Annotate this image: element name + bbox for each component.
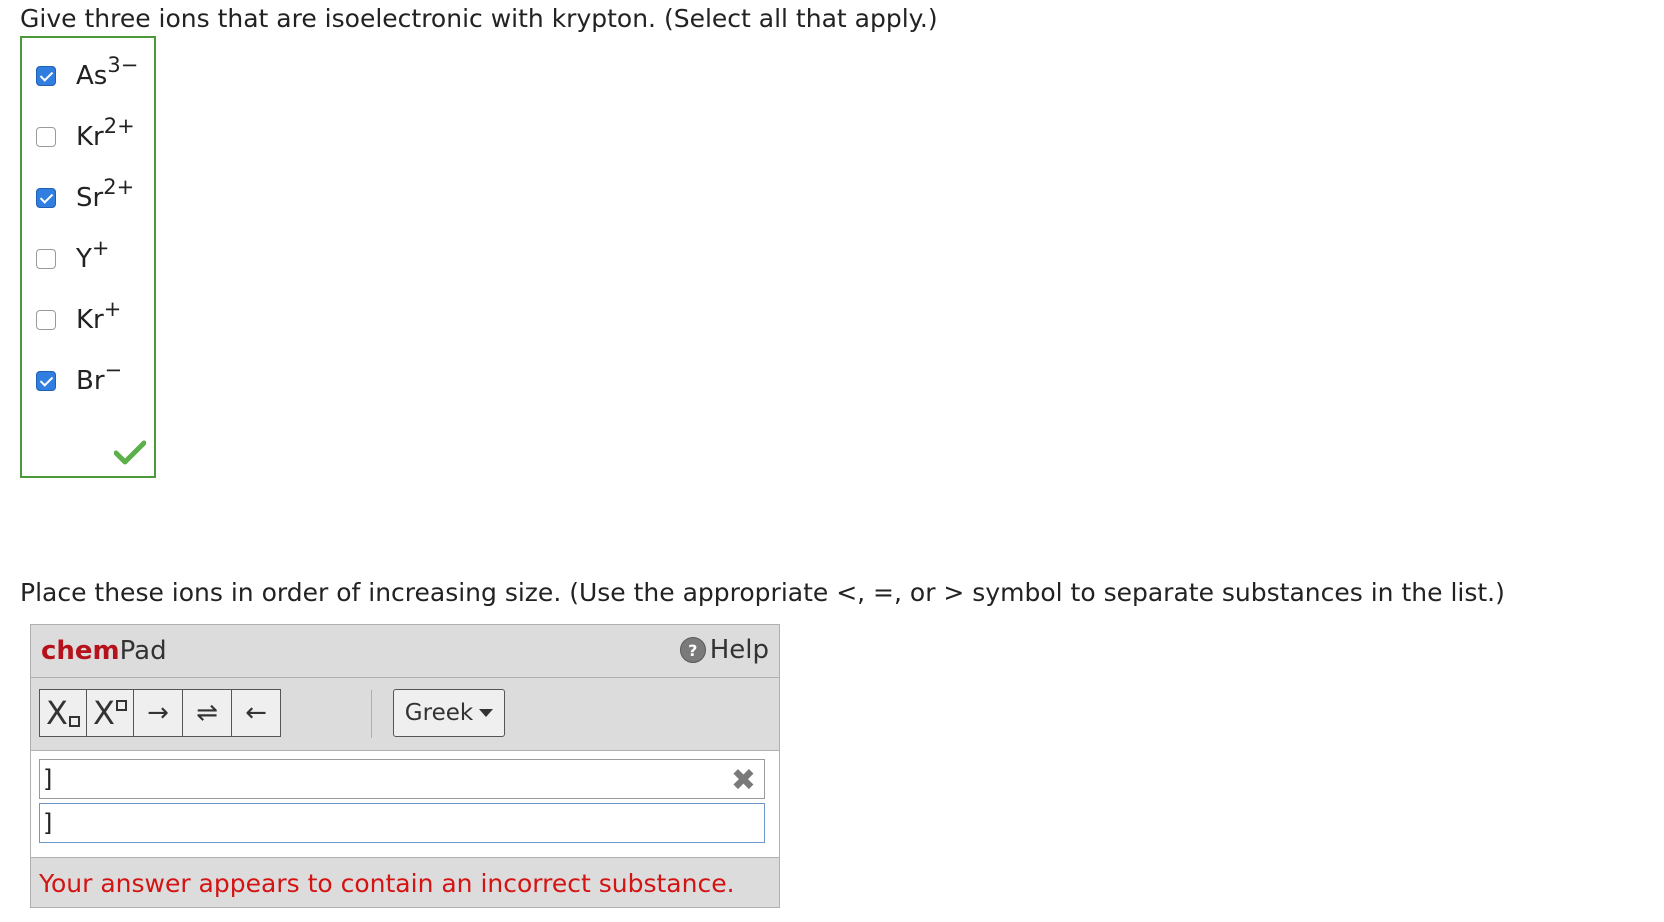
choice-label: As3−	[76, 53, 139, 91]
subscript-label: X	[46, 694, 68, 732]
choice-y-plus[interactable]: Y+	[36, 236, 110, 279]
answer-input[interactable]: ]	[39, 803, 765, 843]
subscript-box-icon	[68, 715, 80, 727]
choice-br-minus[interactable]: Br−	[36, 358, 123, 401]
checkbox-kr-plus[interactable]	[36, 310, 56, 330]
choice-kr2-plus[interactable]: Kr2+	[36, 114, 135, 157]
choice-sr2-plus[interactable]: Sr2+	[36, 175, 135, 218]
chevron-down-icon	[479, 709, 494, 717]
arrow-left-icon: ←	[245, 698, 267, 728]
greek-dropdown[interactable]: Greek	[393, 689, 505, 737]
superscript-button[interactable]: X	[86, 689, 134, 737]
chempad-header: chemPad ? Help	[31, 625, 779, 678]
choice-label: Br−	[76, 358, 123, 396]
checkbox-kr2-plus[interactable]	[36, 127, 56, 147]
chempad-status-bar: Your answer appears to contain an incorr…	[31, 858, 779, 908]
chempad-widget: chemPad ? Help X X → ⇌ ← Greek] ✖] You…	[30, 624, 780, 908]
answer-preview-field[interactable]: ] ✖	[39, 759, 765, 799]
choice-label: Sr2+	[76, 175, 135, 213]
clear-icon[interactable]: ✖	[731, 766, 756, 796]
checkbox-y-plus[interactable]	[36, 249, 56, 269]
choice-as3-minus[interactable]: As3−	[36, 53, 139, 96]
checkbox-as3-minus[interactable]	[36, 66, 56, 86]
toolbar-divider	[371, 690, 372, 738]
superscript-label: X	[93, 694, 115, 732]
help-icon: ?	[679, 637, 706, 663]
choice-kr-plus[interactable]: Kr+	[36, 297, 122, 340]
chempad-brand: chemPad	[41, 636, 167, 666]
chempad-toolbar: X X → ⇌ ← Greek	[31, 678, 779, 751]
question-2-text: Place these ions in order of increasing …	[20, 578, 1505, 607]
greek-label: Greek	[404, 700, 474, 726]
equilibrium-arrow-button[interactable]: ⇌	[182, 689, 232, 737]
arrow-right-icon: →	[147, 698, 169, 728]
reaction-arrow-button[interactable]: →	[133, 689, 183, 737]
choices-box: As3− Kr2+ Sr2+ Y+ Kr+ Br−	[20, 36, 156, 478]
checkbox-sr2-plus[interactable]	[36, 188, 56, 208]
choice-label: Kr+	[76, 297, 122, 335]
chempad-input-area: ] ✖ ]	[31, 751, 779, 858]
choice-label: Y+	[76, 236, 110, 274]
toolbar-button-group: X X → ⇌ ←	[39, 689, 281, 737]
equilibrium-icon: ⇌	[196, 698, 218, 728]
help-button[interactable]: ? Help	[679, 635, 769, 665]
choice-label: Kr2+	[76, 114, 135, 152]
superscript-box-icon	[115, 699, 127, 711]
question-1-text: Give three ions that are isoelectronic w…	[20, 4, 938, 33]
green-checkmark-icon	[114, 440, 146, 465]
subscript-button[interactable]: X	[39, 689, 87, 737]
backspace-button[interactable]: ←	[231, 689, 281, 737]
checkbox-br-minus[interactable]	[36, 371, 56, 391]
help-label: Help	[709, 635, 769, 665]
answer-preview-value: ]	[43, 765, 53, 793]
answer-input-value: ]	[43, 809, 53, 837]
error-message: Your answer appears to contain an incorr…	[39, 868, 735, 898]
